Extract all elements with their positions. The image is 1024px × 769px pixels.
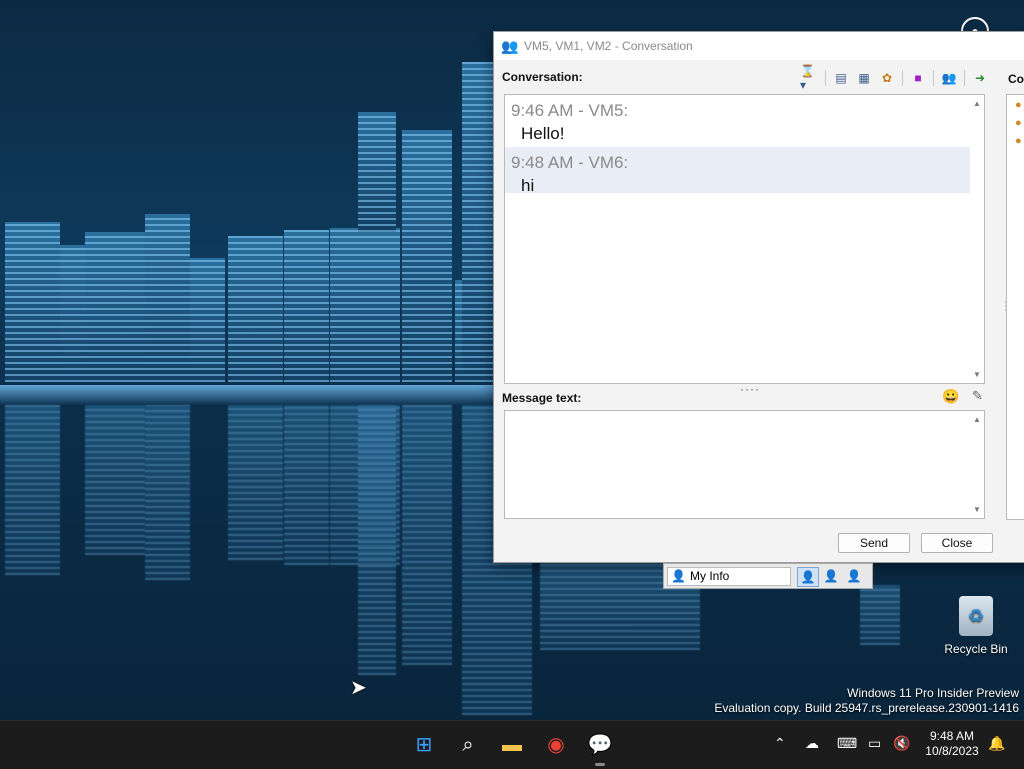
volume-muted-icon[interactable]: 🔇 (893, 735, 910, 752)
message-text-label: Message text: (502, 391, 582, 405)
cloud-icon[interactable]: ☁ (805, 735, 819, 752)
send-button[interactable]: Send (838, 533, 910, 553)
keyboard-icon[interactable]: ⌨ (837, 735, 857, 752)
conversation-history[interactable]: 9:46 AM - VM5: Hello! 9:48 AM - VM6: hi … (504, 94, 985, 384)
message-input[interactable]: ▲ ▼ (504, 410, 985, 519)
scroll-up-icon[interactable]: ▲ (973, 99, 981, 108)
scroll-up-icon[interactable]: ▲ (973, 415, 981, 424)
contact-icon[interactable]: ● (1015, 99, 1022, 111)
windows-watermark: Windows 11 Pro Insider Preview Evaluatio… (714, 686, 1019, 716)
user-icon: 👤 (671, 569, 686, 583)
users-icon: 👥 (501, 38, 519, 54)
active-app-indicator (595, 763, 605, 766)
exit-conversation-icon[interactable]: ➜ (970, 69, 990, 87)
clock-date: 10/8/2023 (925, 744, 979, 758)
message-body: Hello! (521, 124, 565, 143)
copy-icon[interactable]: ▤ (831, 69, 851, 87)
taskbar: ⊞ ⌕ ▬ ◉ 💬 ⌃ ☁ ⌨ ▭ 🔇 9:48 AM 10/8/2023 🔔 (0, 720, 1024, 769)
close-button[interactable]: Close (921, 533, 993, 553)
mouse-cursor-icon: ➤ (350, 677, 367, 699)
conversation-toolbar: ⌛▾ ▤ ▦ ✿ ■ 👥 ➜ (800, 64, 990, 92)
conversation-window: 👥 VM5, VM1, VM2 - Conversation Conversat… (493, 31, 1024, 563)
recycle-bin-icon: ♻ (959, 596, 993, 636)
conversation-label: Conversation: (502, 70, 583, 84)
participants-list[interactable]: ● ● ● (1006, 94, 1024, 520)
title-bar[interactable]: 👥 VM5, VM1, VM2 - Conversation (494, 32, 1024, 60)
message-input-scrollbar[interactable]: ▲ ▼ (970, 411, 984, 518)
start-icon[interactable]: ⊞ (411, 733, 437, 757)
window-title: VM5, VM1, VM2 - Conversation (524, 39, 693, 53)
my-info-bar: 👤 My Info 👤 👤 👤 (663, 563, 873, 589)
message-item: 9:46 AM - VM5: Hello! (505, 95, 975, 143)
taskbar-clock[interactable]: 9:48 AM 10/8/2023 (920, 729, 984, 759)
messenger-app-icon[interactable]: 💬 (587, 733, 613, 757)
contact-icon[interactable]: ● (1015, 117, 1022, 129)
scroll-down-icon[interactable]: ▼ (973, 370, 981, 379)
message-header: 9:48 AM - VM6: (511, 153, 629, 172)
status-away-icon[interactable]: 👤 (821, 567, 841, 585)
message-header: 9:46 AM - VM5: (511, 101, 629, 120)
toolbar-separator (964, 70, 965, 86)
conversation-scrollbar[interactable]: ▲ ▼ (970, 95, 984, 383)
message-item: 9:48 AM - VM6: hi (505, 147, 975, 195)
search-icon[interactable]: ⌕ (455, 733, 481, 757)
text-format-icon[interactable]: ✎ (972, 388, 983, 404)
toolbar-separator (825, 70, 826, 86)
toolbar-separator (902, 70, 903, 86)
scroll-down-icon[interactable]: ▼ (973, 505, 981, 514)
history-dropdown-icon[interactable]: ⌛▾ (800, 64, 820, 92)
contact-icon[interactable]: ● (1015, 135, 1022, 147)
video-call-icon[interactable]: ■ (908, 69, 928, 87)
toolbar-separator (933, 70, 934, 86)
network-icon[interactable]: ▭ (868, 735, 881, 752)
message-body: hi (521, 176, 535, 195)
recycle-bin-label: Recycle Bin (944, 642, 1008, 656)
my-info-label: My Info (690, 569, 730, 583)
notification-bell-icon[interactable]: 🔔 (988, 735, 1005, 752)
chevron-up-icon[interactable]: ⌃ (774, 735, 786, 752)
status-online-icon[interactable]: 👤 (797, 567, 819, 587)
participants-label: Co (1008, 72, 1024, 86)
my-info-button[interactable]: 👤 My Info (667, 567, 791, 586)
participants-pane: Co ● ● ● (1006, 68, 1024, 520)
clock-time: 9:48 AM (929, 729, 975, 743)
pane-splitter[interactable]: ···· (740, 382, 760, 396)
emoji-icon[interactable]: 😀 (942, 388, 959, 405)
settings-icon[interactable]: ✿ (877, 69, 897, 87)
recycle-bin[interactable]: ♻ Recycle Bin (940, 596, 1012, 656)
watermark-line2: Evaluation copy. Build 25947.rs_prerelea… (714, 701, 1019, 715)
print-icon[interactable]: ▦ (854, 69, 874, 87)
status-offline-icon[interactable]: 👤 (844, 567, 864, 585)
watermark-line1: Windows 11 Pro Insider Preview (847, 686, 1019, 700)
add-participant-icon[interactable]: 👥 (939, 69, 959, 87)
file-explorer-icon[interactable]: ▬ (499, 733, 525, 757)
chrome-icon[interactable]: ◉ (543, 733, 569, 757)
